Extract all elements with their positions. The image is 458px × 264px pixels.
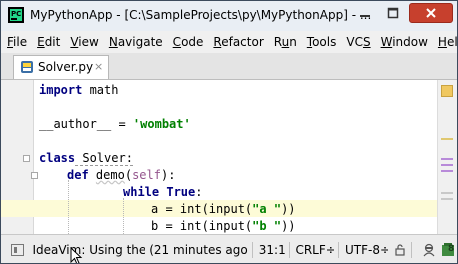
title-bar[interactable]: PC MyPythonApp - [C:\SampleProjects\py\M… [1,1,457,32]
status-time: (21 minutes ago) [149,242,248,257]
close-window-button[interactable] [409,3,453,23]
read-only-lock-icon[interactable] [393,243,407,257]
fold-class-icon[interactable] [23,155,30,162]
status-separator [411,241,412,258]
fold-def-icon[interactable] [31,172,38,179]
inspection-status-icon[interactable] [441,85,453,97]
stripe-marker[interactable] [441,164,453,166]
error-stripe[interactable] [437,80,457,234]
menu-navigate[interactable]: Navigate [104,31,168,53]
inspector-hector-icon[interactable] [421,242,437,258]
menu-vcs[interactable]: VCS [341,31,375,53]
stripe-marker[interactable] [441,158,453,160]
svg-text:PC: PC [11,10,21,18]
event-log-icon[interactable]: 8 [441,242,457,258]
status-message[interactable]: IdeaVim: Using the Ct... [32,243,145,257]
menu-bar: File Edit View Navigate Code Refactor Ru… [1,31,457,53]
code-line-9: b = int(input("b ")) [151,219,296,233]
close-icon [426,8,436,18]
window-title: MyPythonApp - [C:\SampleProjects\py\MyPy… [30,8,372,22]
stripe-marker[interactable] [441,170,453,172]
code-editor[interactable]: import math __author__ = 'wombat' class … [1,80,457,234]
stripe-marker[interactable] [441,138,453,140]
menu-run[interactable]: Run [269,31,302,53]
line-separator-widget[interactable]: CRLF÷ [295,243,334,257]
caret-position[interactable]: 31:1 [259,243,285,257]
minimize-button[interactable] [351,3,379,23]
menu-refactor[interactable]: Refactor [208,31,268,53]
tab-close-button[interactable]: × [94,60,103,73]
event-log-badge: 8 [447,243,455,254]
menu-tools[interactable]: Tools [302,31,342,53]
code-line-8: a = int(input("a ")) [151,202,296,216]
menu-window[interactable]: Window [376,31,433,53]
menu-help[interactable]: Help [433,31,457,53]
stripe-marker[interactable] [441,198,453,200]
minimize-icon [360,15,370,17]
menu-code[interactable]: Code [168,31,209,53]
tab-solver-py[interactable]: Solver.py × [13,55,109,79]
editor-tab-bar: Solver.py × [1,53,457,80]
code-line-7: while True: [123,185,203,199]
menu-view[interactable]: View [65,31,103,53]
tool-window-toggle-icon[interactable] [11,243,25,256]
indent-guide [68,180,69,234]
maximize-button[interactable] [379,3,407,23]
stripe-marker[interactable] [441,192,453,194]
tab-label: Solver.py [38,60,94,74]
status-separator [338,241,339,258]
code-line-6: def demo(self): [67,168,176,182]
code-line-1: import math [39,83,119,97]
indent-guide [123,198,124,234]
maximize-icon [387,7,399,19]
pycharm-app-icon: PC [8,7,24,23]
encoding-widget[interactable]: UTF-8÷ [345,243,388,257]
status-separator [251,241,253,258]
ide-window: PC MyPythonApp - [C:\SampleProjects\py\M… [0,0,458,264]
status-separator [288,241,290,258]
menu-file[interactable]: File [1,31,32,53]
menu-edit[interactable]: Edit [32,31,65,53]
code-line-3: __author__ = 'wombat' [39,117,191,131]
code-line-5: class Solver: [39,151,133,166]
python-file-icon [21,61,33,73]
mouse-cursor-icon [70,247,83,263]
